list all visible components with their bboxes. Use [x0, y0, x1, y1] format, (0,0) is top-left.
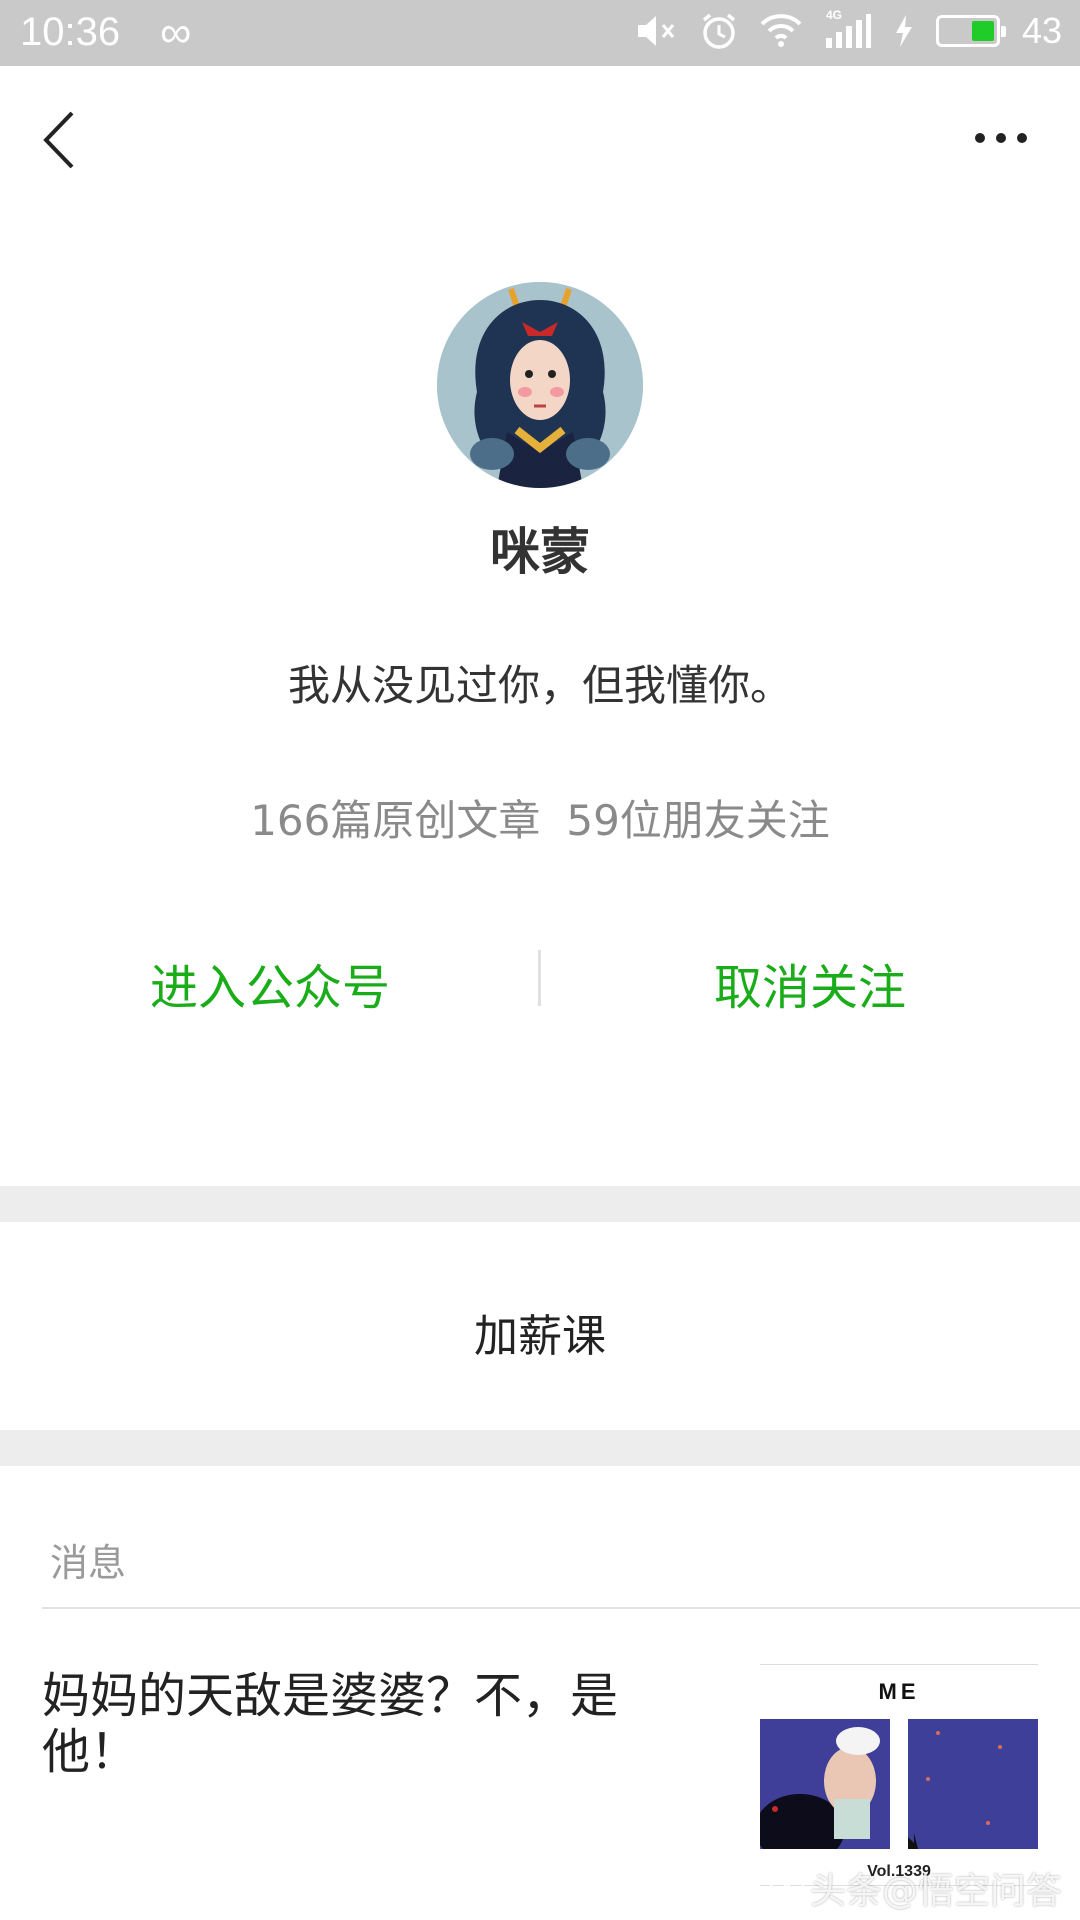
chevron-left-icon: [43, 111, 74, 169]
network-type: 4G: [825, 8, 842, 22]
messages-section-label: 消息: [50, 1541, 127, 1585]
watermark: 头条@悟空问答: [769, 1862, 1062, 1914]
back-button[interactable]: [36, 105, 86, 175]
battery-icon: [935, 15, 1006, 47]
charging-icon: [894, 14, 914, 48]
unfollow-button[interactable]: 取消关注: [540, 948, 1080, 1018]
battery-fill: [971, 21, 994, 41]
signal-icon: 4G: [824, 8, 872, 50]
article-count: 166篇原创文章: [250, 796, 541, 845]
section-separator: [0, 1186, 1080, 1222]
watermark-text: 头条@悟空问答: [809, 1871, 1062, 1912]
section-separator: [0, 1430, 1080, 1466]
wifi-icon: [760, 14, 802, 48]
more-dots-icon: [975, 133, 1027, 143]
article-thumbnail[interactable]: ME Vol.1339: [760, 1664, 1038, 1886]
account-name: 咪蒙: [490, 523, 590, 581]
more-button[interactable]: [970, 118, 1040, 158]
status-time: 10:36: [20, 10, 121, 54]
alarm-icon: [700, 12, 738, 50]
mute-icon: [636, 13, 678, 49]
enter-account-button[interactable]: 进入公众号: [0, 948, 540, 1018]
avatar: [437, 282, 643, 488]
article-title[interactable]: 妈妈的天敌是婆婆？不，是他！: [42, 1668, 682, 1780]
thumbnail-illustration-right: [908, 1719, 1038, 1849]
status-bar: 10:36 ∞ 4G 43: [0, 0, 1080, 66]
battery-percent: 43: [1021, 10, 1062, 51]
infinity-icon: ∞: [160, 8, 192, 57]
friend-follow-count[interactable]: 59位朋友关注: [566, 796, 829, 845]
account-signature: 我从没见过你，但我懂你。: [287, 661, 792, 710]
status-icons: 4G 43: [636, 8, 1062, 52]
divider: [42, 1607, 1080, 1609]
account-stats: 166篇原创文章 59位朋友关注: [0, 787, 1080, 848]
watermark-logo-icon: [769, 1875, 804, 1901]
menu-item-raise-course[interactable]: 加薪课: [0, 1300, 1080, 1364]
thumbnail-illustration-left: [760, 1719, 890, 1849]
thumbnail-header: ME: [878, 1679, 920, 1704]
